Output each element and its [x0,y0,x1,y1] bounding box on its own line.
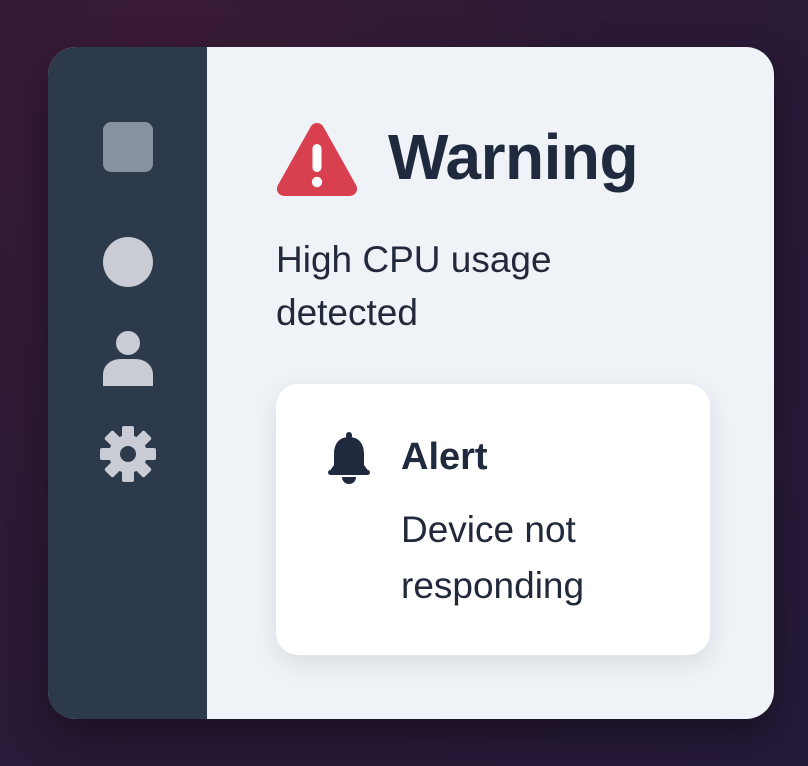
bell-icon [326,432,372,484]
gear-icon[interactable] [99,425,157,483]
circle-icon[interactable] [102,237,153,287]
warning-triangle-icon [275,119,359,199]
warning-title: Warning [388,121,639,193]
user-icon[interactable] [101,330,155,386]
notification-window: Warning High CPU usage detected Alert De… [48,47,774,719]
alert-message: Device not responding [401,509,585,606]
alert-title: Alert [401,436,488,478]
alert-card[interactable]: Alert Device not responding [276,384,710,655]
main-panel: Warning High CPU usage detected Alert De… [207,47,774,719]
square-icon[interactable] [102,122,153,172]
sidebar [48,47,207,719]
warning-message: High CPU usage detected [276,239,552,333]
